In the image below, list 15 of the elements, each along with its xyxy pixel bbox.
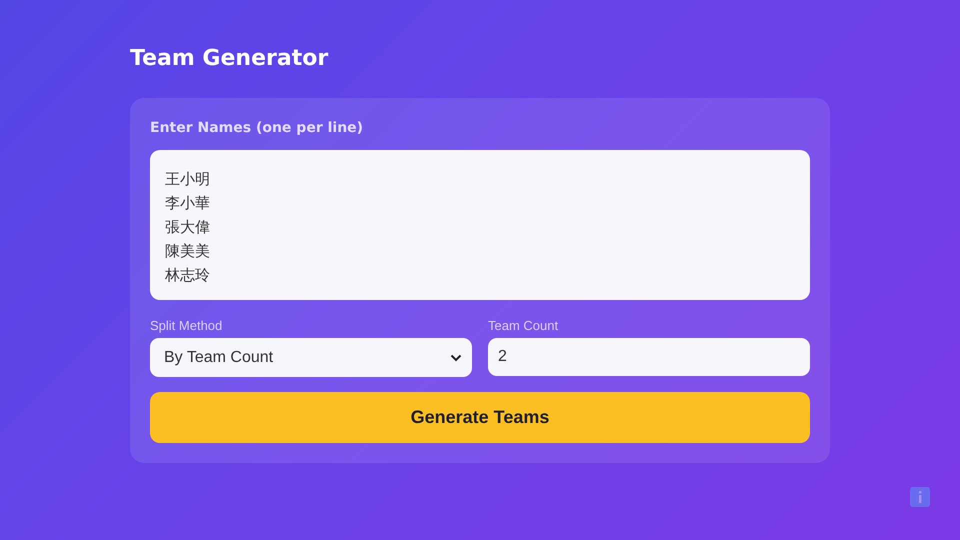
field-label: Team Count: [488, 318, 558, 333]
split-method-dropdown[interactable]: By Team Count: [150, 338, 472, 377]
name-line: 李小華: [165, 193, 210, 214]
names-field[interactable]: 王小明 李小華 張大偉 陳美美 林志玲: [150, 150, 810, 300]
name-line: 張大偉: [165, 217, 210, 238]
name-line: 陳美美: [165, 241, 210, 262]
field-label: Split Method: [150, 318, 222, 333]
chevron-down-icon: [450, 354, 462, 362]
generate-button[interactable]: Generate Teams: [150, 392, 810, 443]
field-label: Enter Names (one per line): [150, 120, 364, 136]
team-count-field[interactable]: 2: [488, 338, 810, 376]
info-icon[interactable]: [910, 487, 930, 507]
name-line: 林志玲: [165, 265, 210, 286]
name-line: 王小明: [165, 169, 210, 190]
page-title: Team Generator: [130, 45, 330, 73]
